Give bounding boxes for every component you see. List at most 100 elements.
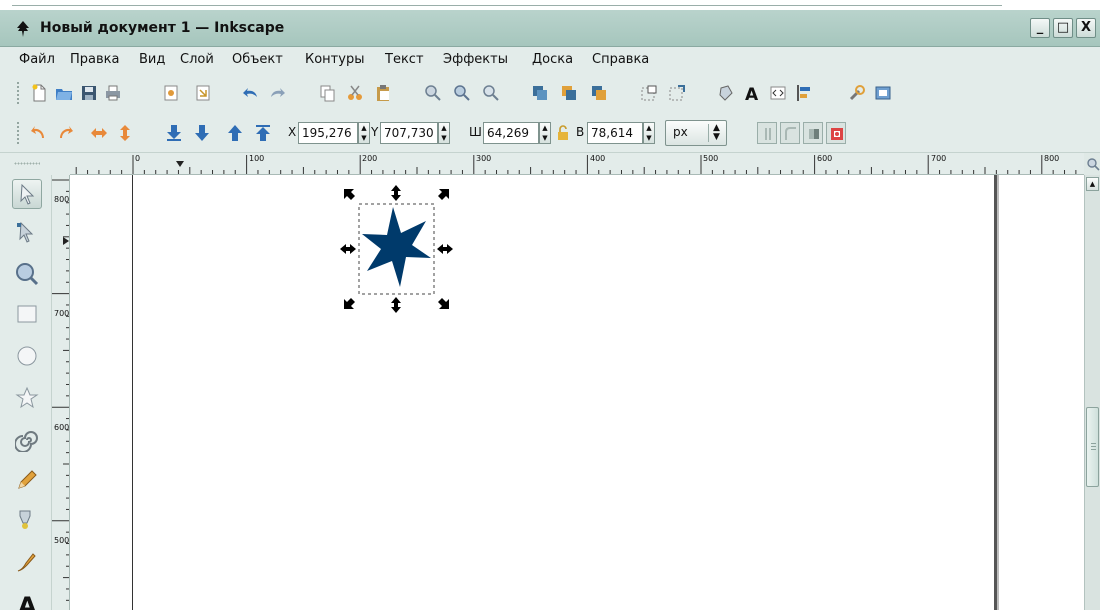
move-gradients-toggle[interactable] [803, 122, 823, 144]
stretch-handle-bottom[interactable] [391, 297, 401, 313]
align-distribute-icon[interactable] [795, 84, 813, 102]
scale-corners-toggle[interactable] [780, 122, 800, 144]
width-field[interactable]: 64,269 [483, 122, 539, 144]
ruler-label: 600 [54, 423, 70, 432]
scale-handle-top-right[interactable] [438, 189, 449, 200]
raise-icon[interactable] [226, 124, 244, 142]
ellipse-tool[interactable] [12, 341, 42, 371]
menu-effects[interactable]: Эффекты [443, 52, 508, 67]
drawing-canvas[interactable] [70, 175, 1084, 610]
new-document-icon[interactable] [30, 84, 48, 102]
menu-text[interactable]: Текст [385, 52, 424, 67]
ruler-label: 200 [362, 154, 378, 163]
print-icon[interactable] [104, 84, 122, 102]
menu-layer[interactable]: Слой [180, 52, 214, 67]
zoom-corner-icon[interactable] [1086, 157, 1100, 171]
export-icon[interactable] [194, 84, 212, 102]
spiral-tool[interactable] [12, 425, 42, 455]
close-button[interactable]: X [1076, 18, 1096, 38]
zoom-drawing-icon[interactable] [453, 84, 471, 102]
lock-proportions-icon[interactable] [556, 125, 570, 141]
group-icon[interactable] [640, 84, 658, 102]
cut-icon[interactable] [346, 84, 364, 102]
copy-icon[interactable] [318, 84, 336, 102]
calligraphy-tool[interactable] [12, 547, 42, 577]
zoom-selection-icon[interactable] [424, 84, 442, 102]
menu-edit[interactable]: Правка [70, 52, 119, 67]
y-spin-button[interactable]: ▲ ▼ [438, 122, 450, 144]
save-icon[interactable] [80, 84, 98, 102]
duplicate-icon[interactable] [531, 84, 549, 102]
horizontal-ruler[interactable]: 0 100 200 300 400 500 600 700 800 [70, 153, 1084, 175]
toolbar-grip[interactable] [16, 81, 20, 105]
text-tool[interactable]: A [12, 589, 42, 610]
import-icon[interactable] [162, 84, 180, 102]
rectangle-tool[interactable] [12, 299, 42, 329]
selected-star-group[interactable] [338, 183, 478, 323]
height-field[interactable]: 78,614 [587, 122, 643, 144]
units-dropdown[interactable]: px ▲ ▼ [665, 120, 727, 146]
fill-stroke-icon[interactable] [717, 84, 735, 102]
lower-to-bottom-icon[interactable] [165, 124, 183, 142]
pen-tool[interactable] [12, 505, 42, 535]
stretch-handle-top[interactable] [391, 185, 401, 201]
scale-handle-bottom-right[interactable] [438, 298, 449, 309]
scale-handle-top-left[interactable] [344, 189, 355, 200]
stretch-handle-left[interactable] [340, 244, 356, 254]
title-bar[interactable]: Новый документ 1 — Inkscape _ □ X [0, 10, 1100, 47]
open-document-icon[interactable] [55, 84, 73, 102]
undo-icon[interactable] [242, 84, 260, 102]
clone-icon[interactable] [560, 84, 578, 102]
menu-whiteboard[interactable]: Доска [532, 52, 573, 67]
width-label: Ш [469, 125, 482, 139]
x-coordinate-field[interactable]: 195,276 [298, 122, 358, 144]
document-properties-icon[interactable] [874, 84, 892, 102]
ungroup-icon[interactable] [668, 84, 686, 102]
menu-view[interactable]: Вид [139, 52, 165, 67]
rotate-cw-icon[interactable] [56, 124, 74, 142]
unlink-clone-icon[interactable] [590, 84, 608, 102]
pencil-tool[interactable] [12, 465, 42, 495]
y-coordinate-field[interactable]: 707,730 [380, 122, 438, 144]
scale-handle-bottom-left[interactable] [344, 298, 355, 309]
minimize-button[interactable]: _ [1030, 18, 1050, 38]
y-label: Y [371, 125, 379, 139]
vertical-scrollbar[interactable]: ▲ [1084, 175, 1100, 610]
zoom-page-icon[interactable] [482, 84, 500, 102]
flip-vertical-icon[interactable] [116, 124, 134, 142]
ruler-pointer-marker [63, 237, 69, 245]
move-patterns-toggle[interactable] [826, 122, 846, 144]
rotate-ccw-icon[interactable] [30, 124, 48, 142]
redo-icon[interactable] [268, 84, 286, 102]
flip-horizontal-icon[interactable] [90, 124, 108, 142]
scale-stroke-toggle[interactable] [757, 122, 777, 144]
menu-file[interactable]: Файл [19, 52, 55, 67]
lower-icon[interactable] [193, 124, 211, 142]
x-spin-button[interactable]: ▲ ▼ [358, 122, 370, 144]
menu-path[interactable]: Контуры [305, 52, 364, 67]
ruler-label: 800 [54, 195, 70, 204]
ruler-label: 100 [249, 154, 265, 163]
node-tool[interactable] [12, 218, 42, 248]
stretch-handle-right[interactable] [437, 244, 453, 254]
text-font-icon[interactable]: A [743, 84, 761, 102]
height-spin-button[interactable]: ▲ ▼ [643, 122, 655, 144]
inkscape-logo-icon [14, 20, 32, 38]
paste-icon[interactable] [374, 84, 392, 102]
maximize-button[interactable]: □ [1053, 18, 1073, 38]
preferences-icon[interactable] [848, 84, 866, 102]
zoom-tool[interactable] [12, 259, 42, 289]
toolbar-grip[interactable] [16, 121, 20, 145]
scroll-up-button[interactable]: ▲ [1086, 177, 1099, 191]
star-object[interactable] [362, 207, 431, 287]
raise-to-top-icon[interactable] [254, 124, 272, 142]
x-label: X [288, 125, 297, 139]
width-spin-button[interactable]: ▲ ▼ [539, 122, 551, 144]
selector-tool[interactable] [12, 179, 42, 209]
menu-object[interactable]: Объект [232, 52, 283, 67]
vertical-ruler[interactable]: 800 700 600 500 [52, 175, 70, 610]
menu-help[interactable]: Справка [592, 52, 649, 67]
xml-editor-icon[interactable] [769, 84, 787, 102]
scroll-thumb[interactable] [1086, 407, 1099, 487]
star-tool[interactable] [12, 383, 42, 413]
